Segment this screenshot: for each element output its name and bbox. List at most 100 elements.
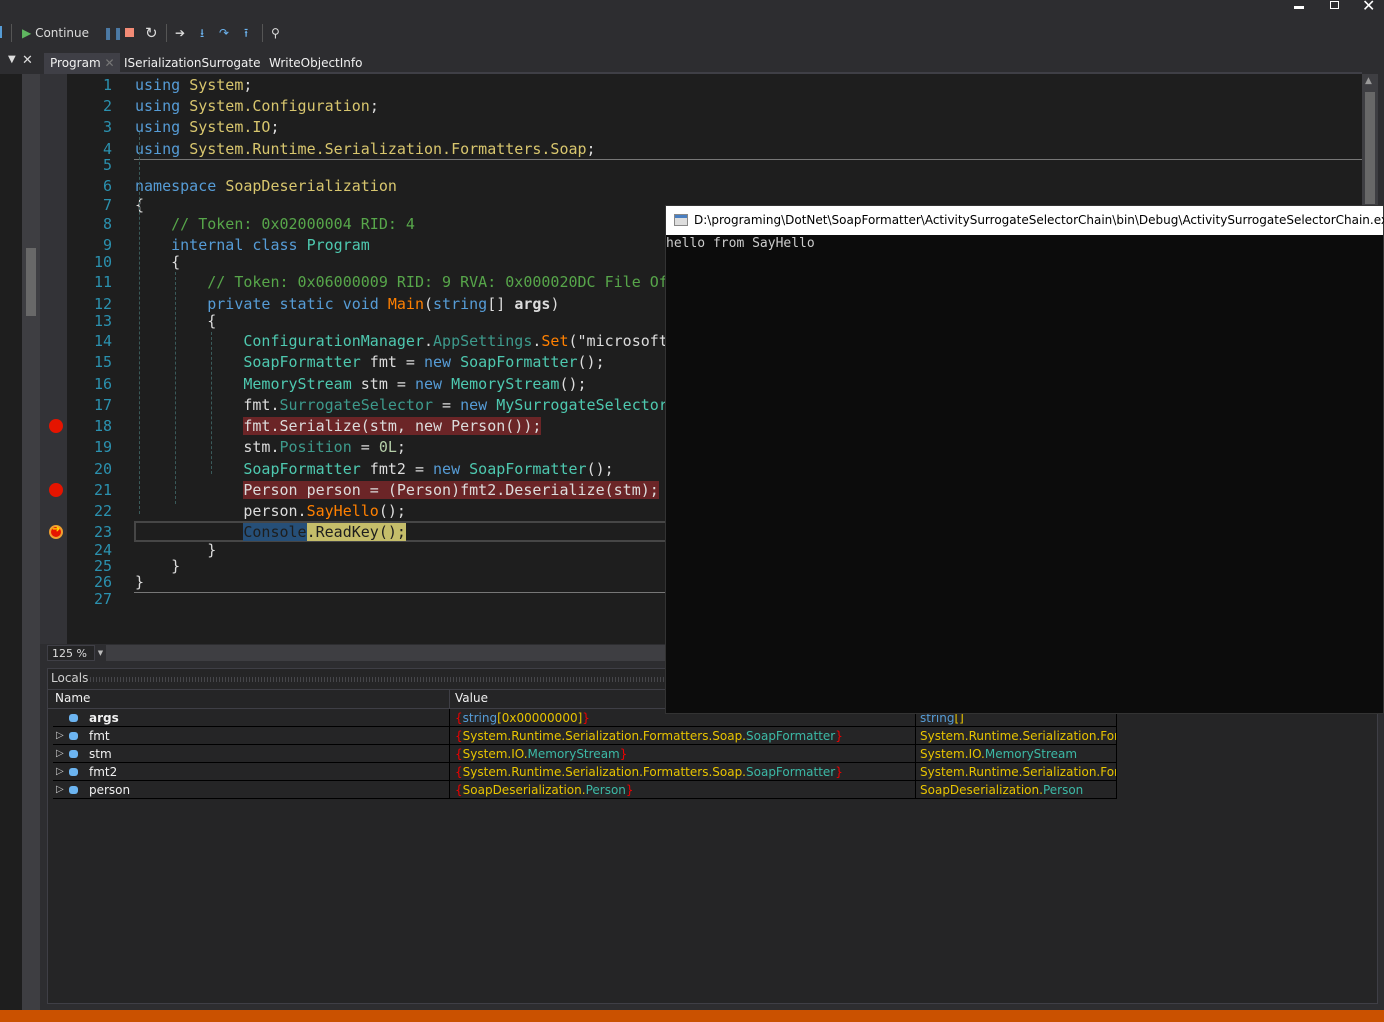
breakpoint-icon[interactable]: [49, 419, 63, 433]
local-name: args: [89, 711, 119, 725]
code-line[interactable]: SoapFormatter fmt2 = new SoapFormatter()…: [135, 459, 613, 479]
stop-button[interactable]: [125, 28, 134, 37]
code-token: SoapFormatter: [243, 353, 361, 371]
scrollbar-thumb[interactable]: [26, 248, 36, 316]
value-token: System.IO.: [920, 747, 985, 761]
code-token: using: [135, 97, 190, 115]
value-token: SoapDeserialization.: [920, 783, 1043, 797]
breakpoint-icon[interactable]: [49, 483, 63, 497]
code-token: =: [433, 396, 461, 414]
column-header-name[interactable]: Name: [55, 691, 90, 705]
code-token: SoapFormatter: [460, 353, 578, 371]
local-name: fmt: [89, 729, 110, 743]
type-cell: SoapDeserialization.Person: [916, 781, 1117, 799]
pause-button[interactable]: ❚❚: [103, 24, 123, 42]
code-token: {: [135, 253, 181, 271]
code-line[interactable]: using System;: [135, 75, 252, 95]
step-into-button[interactable]: ⭳: [200, 24, 204, 42]
code-line[interactable]: person.SayHello();: [135, 501, 406, 521]
console-window[interactable]: D:\programing\DotNet\SoapFormatter\Activ…: [665, 205, 1384, 714]
code-token: .: [424, 332, 434, 350]
code-line[interactable]: {: [135, 252, 180, 272]
code-line[interactable]: using System.IO;: [135, 117, 280, 137]
side-scrollbar[interactable]: [22, 74, 40, 1010]
restart-button[interactable]: ↻: [145, 24, 158, 42]
scroll-up-icon[interactable]: ▲: [1365, 76, 1372, 86]
side-panel: [0, 74, 22, 1010]
search-icon: ⚲: [271, 26, 280, 40]
zoom-level-field[interactable]: 125 %: [47, 645, 95, 661]
code-token: }: [135, 573, 145, 591]
minimize-button[interactable]: [1294, 6, 1304, 9]
current-statement-arrow-icon[interactable]: ➜: [49, 524, 63, 539]
code-line[interactable]: // Token: 0x02000004 RID: 4: [135, 214, 415, 234]
locals-row[interactable]: ▷ stm {System.IO.MemoryStream} System.IO.Me…: [53, 745, 1123, 763]
continue-button[interactable]: ▶ Continue: [22, 24, 89, 42]
name-cell: ▷ fmt2: [53, 763, 450, 781]
code-line[interactable]: namespace SoapDeserialization: [135, 176, 397, 196]
code-token: args: [514, 295, 551, 313]
code-token: stm.: [135, 438, 280, 456]
expand-arrow-icon[interactable]: ▷: [56, 781, 64, 799]
code-line[interactable]: fmt.SurrogateSelector = new MySurrogateS…: [135, 395, 667, 415]
column-header-value[interactable]: Value: [455, 691, 488, 705]
code-token: SurrogateSelector: [279, 396, 434, 414]
find-button[interactable]: ⚲: [271, 24, 280, 42]
dropdown-chevron-icon[interactable]: ▼: [8, 54, 16, 65]
step-out-button[interactable]: ⭱: [244, 24, 248, 42]
code-line[interactable]: using System.Runtime.Serialization.Forma…: [135, 139, 596, 159]
value-token: }: [619, 747, 628, 761]
expand-arrow-icon[interactable]: ▷: [56, 763, 64, 781]
line-number: 3: [102, 118, 112, 136]
value-token: System.Runtime.Serialization.For...: [920, 729, 1117, 743]
console-title-bar[interactable]: D:\programing\DotNet\SoapFormatter\Activ…: [666, 206, 1384, 235]
line-number: 2: [102, 97, 112, 115]
code-token: ;: [243, 76, 253, 94]
line-number: 19: [93, 438, 112, 456]
line-number: 20: [93, 460, 112, 478]
code-line[interactable]: MemoryStream stm = new MemoryStream();: [135, 374, 587, 394]
code-line[interactable]: using System.Configuration;: [135, 96, 379, 116]
code-line[interactable]: fmt.Serialize(stm, new Person());: [135, 416, 542, 436]
scrollbar-thumb[interactable]: [1365, 92, 1375, 204]
close-button[interactable]: ✕: [1362, 0, 1375, 15]
line-number: 18: [93, 417, 112, 435]
local-name: stm: [89, 747, 112, 761]
code-line[interactable]: SoapFormatter fmt = new SoapFormatter();: [135, 352, 604, 372]
locals-row[interactable]: ▷ person {SoapDeserialization.Person} SoapD…: [53, 781, 1123, 799]
field-icon: [69, 786, 78, 794]
line-number: 11: [93, 273, 112, 291]
code-token: person.: [135, 502, 307, 520]
expand-arrow-icon[interactable]: ▷: [56, 727, 64, 745]
name-cell: ▷ stm: [53, 745, 450, 763]
expand-arrow-icon[interactable]: ▷: [56, 745, 64, 763]
value-token: Person: [585, 783, 626, 797]
line-number: 27: [93, 590, 112, 608]
code-line[interactable]: // Token: 0x06000009 RID: 9 RVA: 0x00002…: [135, 272, 668, 292]
tab-iserializationsurrogate[interactable]: ISerializationSurrogate: [120, 54, 264, 73]
code-line[interactable]: }: [135, 572, 144, 592]
locals-row[interactable]: ▷ fmt2 {System.Runtime.Serialization.Forma…: [53, 763, 1123, 781]
breakpoint-gutter[interactable]: [40, 74, 67, 644]
show-next-statement-button[interactable]: ➔: [175, 24, 185, 42]
close-tab-icon[interactable]: ✕: [104, 56, 114, 70]
tab-program[interactable]: Program ✕: [46, 54, 119, 73]
restore-button[interactable]: [1330, 1, 1339, 9]
close-panel-icon[interactable]: ✕: [22, 53, 33, 68]
value-token: System.Runtime.Serialization.For...: [920, 765, 1117, 779]
zoom-dropdown-icon[interactable]: ▼: [95, 645, 106, 661]
locals-row[interactable]: ▷ fmt {System.Runtime.Serialization.Format…: [53, 727, 1123, 745]
tab-writeobjectinfo[interactable]: WriteObjectInfo: [265, 54, 366, 73]
code-token: ();: [559, 375, 587, 393]
code-line[interactable]: Person person = (Person)fmt2.Deserialize…: [135, 480, 659, 500]
code-token: (: [424, 295, 434, 313]
code-token: =: [351, 438, 379, 456]
code-token: ;: [369, 97, 379, 115]
code-line[interactable]: Console.ReadKey();: [135, 522, 406, 542]
line-number: 13: [93, 312, 112, 330]
code-line[interactable]: ConfigurationManager.AppSettings.Set("mi…: [135, 331, 667, 351]
step-over-button[interactable]: ↷: [219, 24, 229, 42]
code-token: ConfigurationManager: [243, 332, 424, 350]
indent-guide: [139, 132, 140, 514]
